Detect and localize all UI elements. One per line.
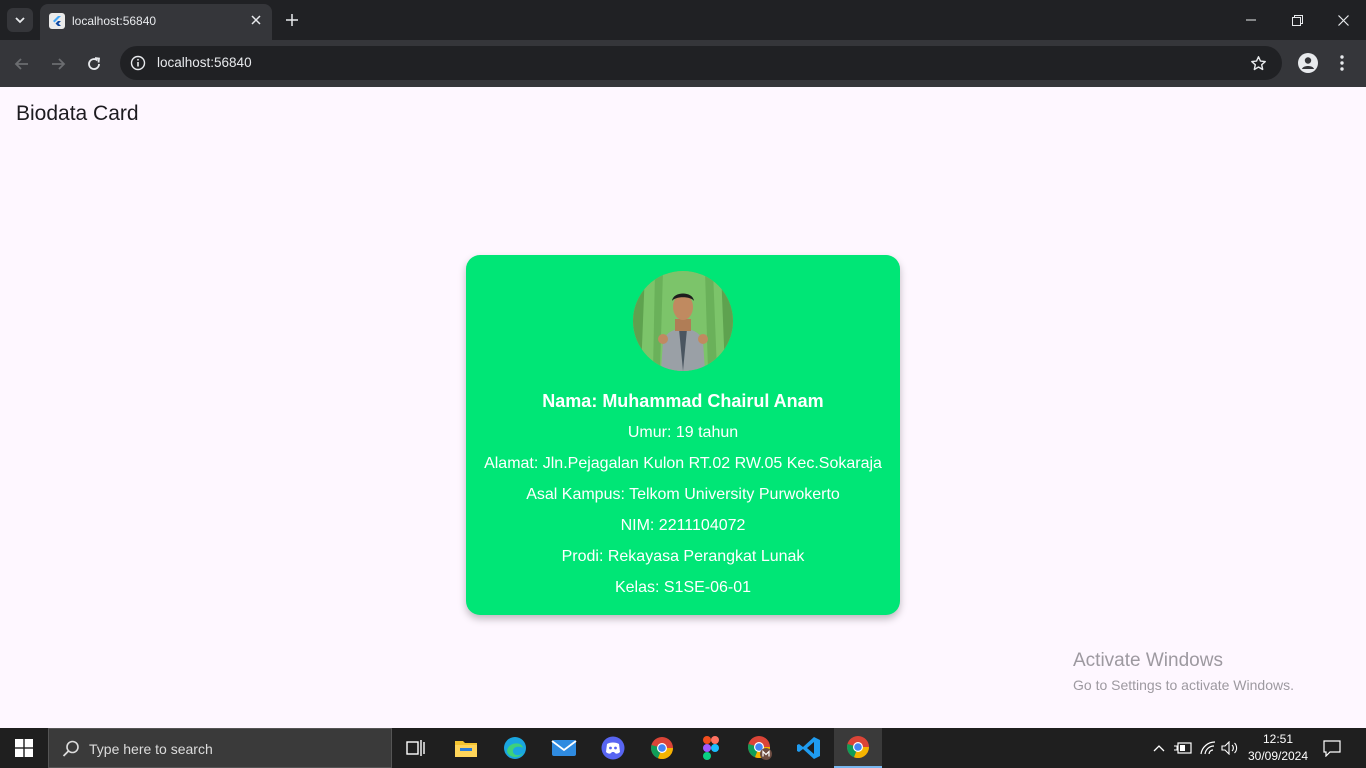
chrome-button[interactable] [638,728,686,768]
vscode-button[interactable] [785,728,833,768]
chrome-active-button[interactable] [834,728,882,768]
windows-taskbar: Type here to search 12:51 30/09/2024 [0,728,1366,768]
kebab-menu-icon[interactable] [1334,51,1350,75]
windows-logo-icon [15,739,33,757]
browser-tabstrip: localhost:56840 [0,0,1366,40]
plus-icon [286,14,298,26]
start-button[interactable] [0,728,48,768]
address-bar[interactable]: localhost:56840 [120,46,1282,80]
mail-button[interactable] [540,728,588,768]
close-tab-icon[interactable] [248,12,264,28]
browser-tab[interactable]: localhost:56840 [40,4,272,40]
back-button[interactable] [8,50,36,78]
arrow-left-icon [14,58,28,70]
card-prodi: Prodi: Rekayasa Perangkat Lunak [561,548,805,565]
profile-avatar-icon[interactable] [1296,51,1320,75]
clock-time: 12:51 [1262,732,1294,746]
vscode-icon [797,737,820,759]
edge-button[interactable] [491,728,539,768]
speaker-icon[interactable] [1220,738,1240,758]
card-nim: NIM: 2211104072 [620,517,746,534]
card-name: Nama: Muhammad Chairul Anam [542,391,824,411]
profile-photo [633,271,733,371]
mail-icon [551,740,577,756]
discord-button[interactable] [589,728,637,768]
flutter-icon [49,13,65,29]
task-view-icon [406,740,425,756]
taskbar-clock[interactable]: 12:51 30/09/2024 [1244,731,1312,765]
discord-icon [601,736,625,760]
minimize-icon [1246,19,1256,21]
minimize-button[interactable] [1228,0,1274,40]
arrow-right-icon [52,58,66,70]
activation-watermark-title: Activate Windows [1073,650,1223,671]
card-campus: Asal Kampus: Telkom University Purwokert… [526,486,840,503]
battery-icon[interactable] [1173,738,1193,758]
edge-icon [504,737,526,759]
file-explorer-button[interactable] [442,728,490,768]
activation-watermark-subtitle: Go to Settings to activate Windows. [1073,677,1294,693]
chrome-icon [651,737,674,760]
clock-date: 30/09/2024 [1247,749,1309,763]
chevron-down-icon [15,17,25,24]
biodata-card: Nama: Muhammad Chairul Anam Umur: 19 tah… [466,255,900,615]
chevron-up-icon[interactable] [1149,738,1169,758]
task-view-button[interactable] [392,728,440,768]
bookmark-star-icon[interactable] [1248,53,1268,73]
chrome-profile-icon [748,736,772,760]
app-bar-title: Biodata Card [16,102,139,125]
wifi-icon[interactable] [1198,738,1218,758]
chrome-profile-button[interactable] [736,728,784,768]
close-window-button[interactable] [1320,0,1366,40]
reload-icon [88,57,101,70]
card-address: Alamat: Jln.Pejagalan Kulon RT.02 RW.05 … [484,455,882,472]
figma-icon [703,736,719,760]
forward-button[interactable] [44,50,72,78]
new-tab-button[interactable] [282,10,302,30]
card-kelas: Kelas: S1SE-06-01 [614,579,752,596]
taskbar-search-box[interactable]: Type here to search [48,728,392,768]
notification-icon[interactable] [1320,736,1344,760]
chrome-icon [847,736,870,759]
tab-title: localhost:56840 [72,14,157,28]
search-placeholder: Type here to search [89,741,213,757]
restore-icon [1291,14,1303,26]
restore-button[interactable] [1274,0,1320,40]
figma-button[interactable] [687,728,735,768]
tab-search-button[interactable] [7,8,33,32]
close-icon [1337,14,1349,26]
url-text: localhost:56840 [157,55,252,70]
site-info-icon[interactable] [128,53,148,73]
card-age: Umur: 19 tahun [627,424,739,441]
browser-toolbar: localhost:56840 [0,40,1366,87]
search-icon [62,740,79,757]
reload-button[interactable] [80,50,108,78]
page-content: Biodata Card Nama: Muhammad Chairul Anam… [0,87,1366,728]
folder-icon [455,741,477,757]
